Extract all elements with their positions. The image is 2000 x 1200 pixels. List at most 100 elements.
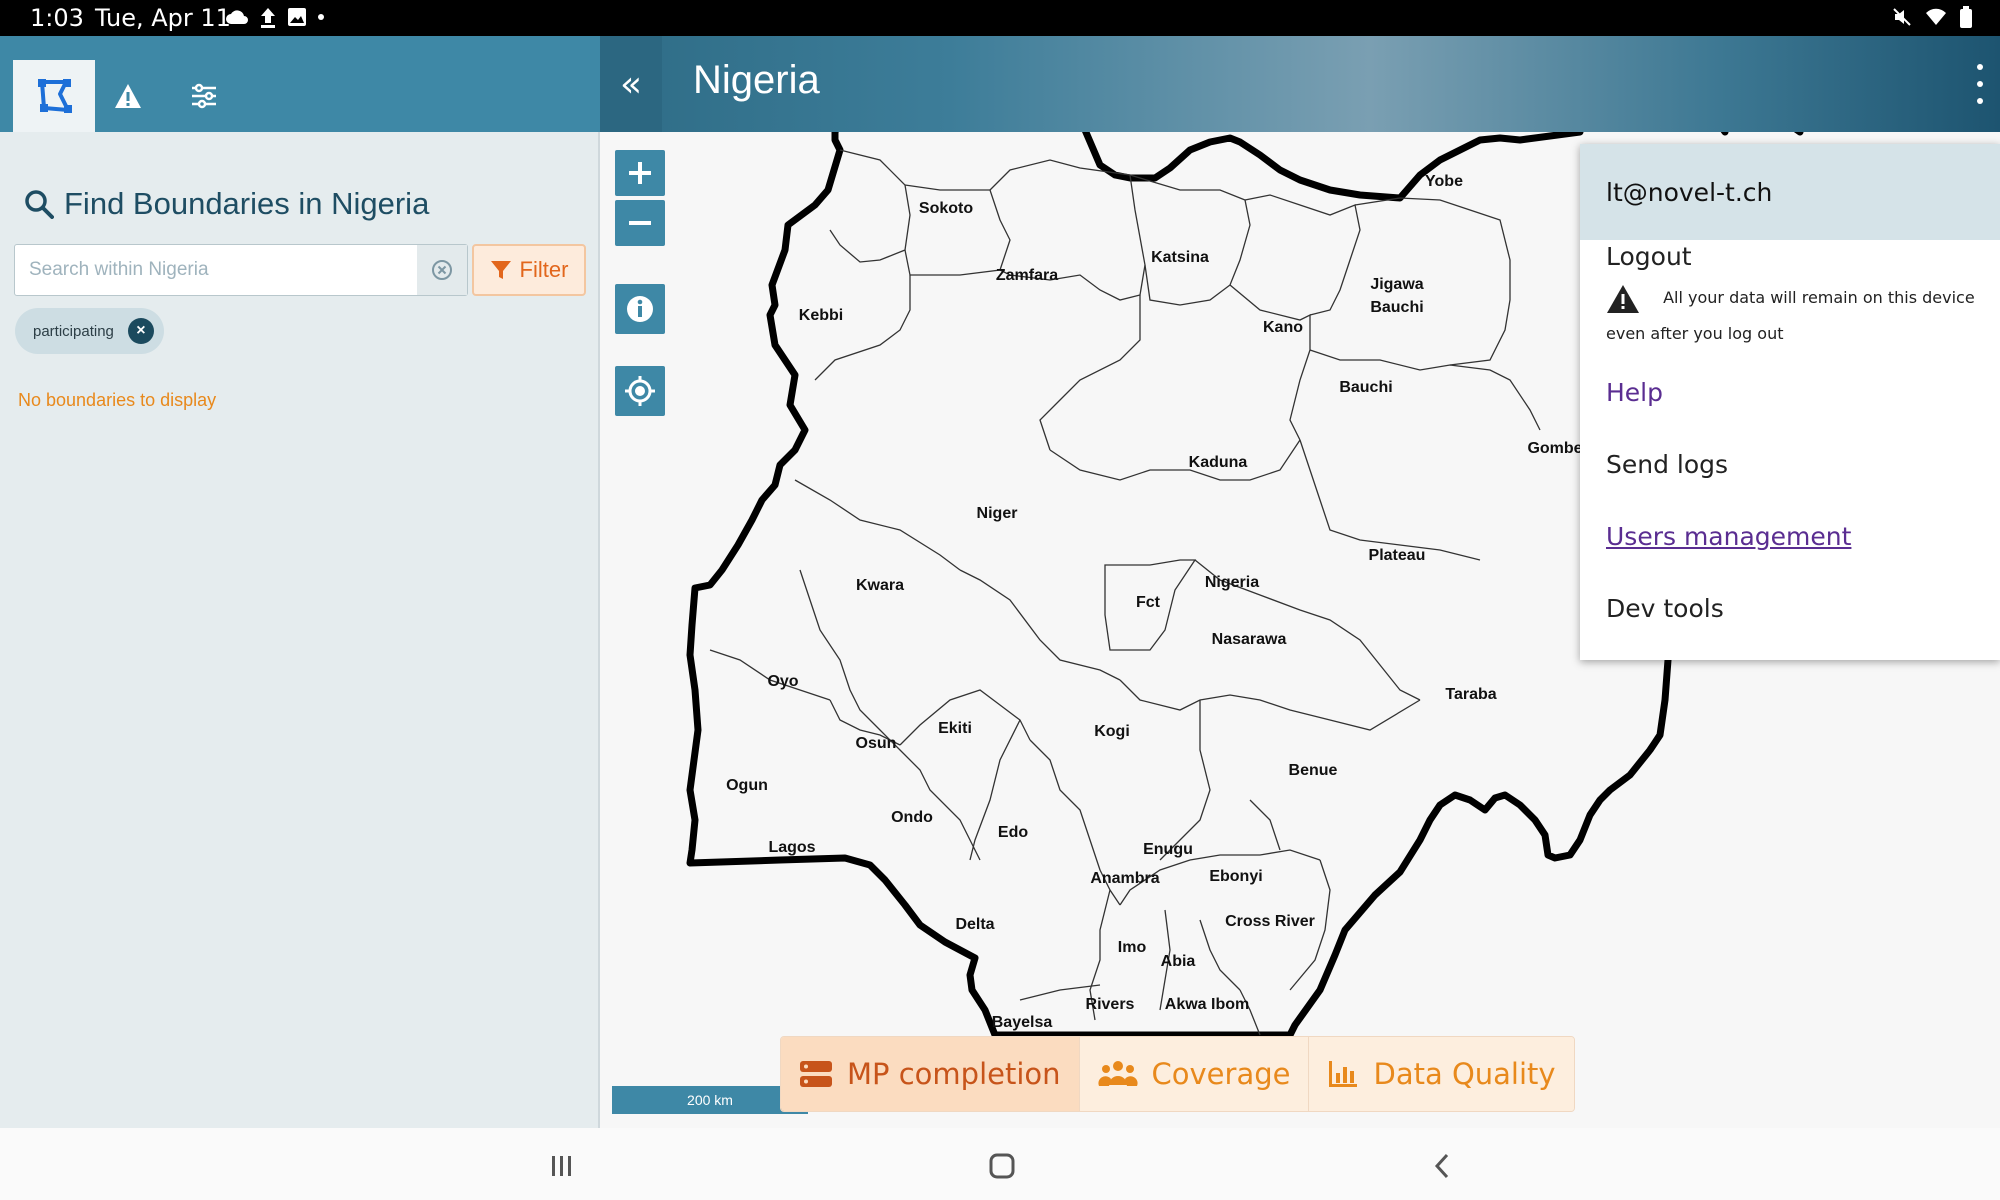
system-nav-bar [0,1128,2000,1200]
tab-data-quality-label: Data Quality [1373,1057,1556,1091]
plus-icon [629,162,651,184]
recent-apps-button[interactable] [542,1146,582,1186]
state-label[interactable]: Niger [977,505,1018,522]
state-label[interactable]: Fct [1136,594,1161,611]
bar-chart-icon [1329,1061,1358,1087]
image-icon [288,8,306,26]
state-label[interactable]: Bauchi [1339,379,1392,396]
boundary-icon [38,79,72,113]
state-label[interactable]: Akwa Ibom [1165,996,1249,1013]
state-label[interactable]: Bayelsa [992,1014,1053,1031]
left-tab-bar [0,36,600,132]
upload-icon [261,8,275,28]
state-label[interactable]: Plateau [1369,547,1426,564]
state-label[interactable]: Kano [1263,319,1303,336]
tab-alerts[interactable] [90,60,166,132]
info-button[interactable] [615,284,665,334]
locate-me-button[interactable] [615,366,665,416]
map-title: Nigeria [693,58,820,102]
state-label[interactable]: Cross River [1225,913,1315,930]
state-label[interactable]: Kebbi [799,307,843,324]
filter-label: Filter [519,257,569,282]
state-label[interactable]: Enugu [1143,841,1193,858]
back-button[interactable] [1422,1146,1462,1186]
state-label[interactable]: Taraba [1445,686,1496,703]
logout-warning: All your data will remain on this device… [1606,280,1986,352]
state-label[interactable]: Sokoto [919,200,973,217]
dev-tools-menu-item[interactable]: Dev tools [1606,594,1724,623]
state-label[interactable]: Kaduna [1189,454,1248,471]
search-icon [25,190,54,219]
zoom-in-button[interactable] [615,150,665,196]
zoom-out-button[interactable] [615,200,665,246]
tab-settings[interactable] [166,60,242,132]
filter-chip: participating × [15,308,164,354]
logout-warning-line2: even after you log out [1606,324,1784,343]
state-label[interactable]: Katsina [1151,249,1209,266]
state-label[interactable]: Imo [1118,939,1147,956]
recent-apps-icon [552,1156,571,1176]
sliders-icon [192,83,216,109]
account-menu: lt@novel-t.ch Logout All your data will … [1580,144,2000,660]
dot-icon [318,14,324,20]
state-label[interactable]: Lagos [768,839,815,856]
state-label[interactable]: Yobe [1425,173,1463,190]
tab-mp-completion-label: MP completion [847,1057,1061,1091]
state-label[interactable]: Delta [955,916,994,933]
filter-icon [490,261,511,279]
scale-bar: 200 km [612,1086,808,1114]
state-label[interactable]: Ekiti [938,720,972,737]
state-label[interactable]: Jigawa [1370,276,1423,293]
tab-coverage-label: Coverage [1151,1057,1291,1091]
logout-menu-item[interactable]: Logout [1606,242,1692,271]
state-labels: Sokoto Zamfara Katsina Kebbi Yobe Jigawa Bauch… [726,173,1583,1031]
tab-mp-completion[interactable]: MP completion [781,1037,1080,1111]
users-management-menu-item[interactable]: Users management [1606,522,1851,551]
users-icon [1097,1061,1138,1086]
crosshair-icon [625,376,655,406]
tab-coverage[interactable]: Coverage [1079,1037,1310,1111]
state-label[interactable]: Oyo [767,673,798,690]
state-label[interactable]: Ondo [891,809,933,826]
double-chevron-left-icon: « [619,63,643,105]
state-label[interactable]: Osun [856,735,897,752]
send-logs-menu-item[interactable]: Send logs [1606,450,1728,479]
collapse-panel-button[interactable]: « [600,36,662,132]
more-options-button[interactable] [1974,64,1986,104]
state-label[interactable]: Zamfara [996,267,1058,284]
warning-icon [1607,284,1639,313]
state-label[interactable]: Edo [998,824,1028,841]
state-label[interactable]: Nasarawa [1212,631,1287,648]
chip-remove-button[interactable]: × [127,318,154,344]
battery-icon [1960,6,1972,28]
state-label[interactable]: Rivers [1086,996,1135,1013]
state-label[interactable]: Ebonyi [1209,868,1262,885]
empty-message: No boundaries to display [18,390,217,410]
mute-icon [1893,8,1911,26]
logout-warning-line1: All your data will remain on this device [1663,288,1975,307]
wifi-icon [1926,8,1946,26]
state-label[interactable]: Abia [1161,953,1196,970]
minus-icon [629,221,651,225]
state-label[interactable]: Nigeria [1205,574,1259,591]
state-label[interactable]: Ogun [726,777,768,794]
filter-button[interactable]: Filter [472,244,586,296]
state-label[interactable]: Gombe [1527,440,1582,457]
state-label[interactable]: Bauchi [1370,299,1423,316]
home-icon [989,1153,1015,1179]
clear-search-button[interactable] [417,245,467,295]
home-button[interactable] [982,1146,1022,1186]
status-bar: 1:03 Tue, Apr 11 [0,0,2000,36]
status-date: Tue, Apr 11 [95,4,231,32]
left-panel: Find Boundaries in Nigeria Filter partic… [0,36,600,1128]
state-label[interactable]: Kogi [1094,723,1130,740]
state-label[interactable]: Benue [1289,762,1338,779]
chip-label: participating [33,322,114,340]
warning-icon [115,84,141,108]
state-label[interactable]: Kwara [856,577,904,594]
tab-boundaries[interactable] [13,60,95,132]
state-label[interactable]: Anambra [1090,870,1159,887]
search-input[interactable] [15,245,419,295]
tab-data-quality[interactable]: Data Quality [1309,1037,1574,1111]
help-menu-item[interactable]: Help [1606,378,1663,407]
